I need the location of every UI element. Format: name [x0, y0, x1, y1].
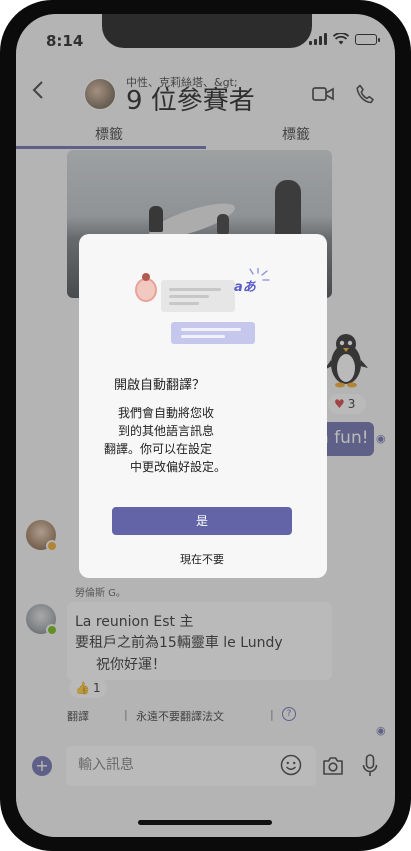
user-avatar-illustration [135, 273, 157, 302]
yes-button[interactable]: 是 [112, 507, 292, 535]
teams-chat-screen: 8:14 中性、克莉絲塔、&gt; 9 位參賽者 標籤 標籤 ♥ 3 n fun… [16, 14, 395, 837]
not-now-button[interactable]: 現在不要 [112, 550, 292, 570]
message-card-illustration [161, 280, 235, 312]
translated-card-illustration [171, 322, 255, 344]
sparkle-icon [249, 268, 270, 281]
dialog-body-line: 翻譯。你可以在設定 [104, 442, 213, 456]
dialog-title: 開啟自動翻譯？ [114, 378, 206, 393]
dialog-body-line: 中更改偏好設定。 [130, 460, 227, 474]
dialog-body-line: 我們會自動將您收 [118, 406, 215, 420]
dialog-body-line: 到的其他語言訊息 [118, 424, 215, 438]
home-indicator[interactable] [138, 820, 272, 825]
auto-translate-dialog: aあ 開啟自動翻譯？ 我們會自動將您收 到的其他語言訊息 翻譯。你可以在設定 中… [79, 234, 327, 578]
dialog-body: 我們會自動將您收 到的其他語言訊息 翻譯。你可以在設定 中更改偏好設定。 [104, 404, 264, 476]
phone-frame: 8:14 中性、克莉絲塔、&gt; 9 位參賽者 標籤 標籤 ♥ 3 n fun… [0, 0, 411, 851]
